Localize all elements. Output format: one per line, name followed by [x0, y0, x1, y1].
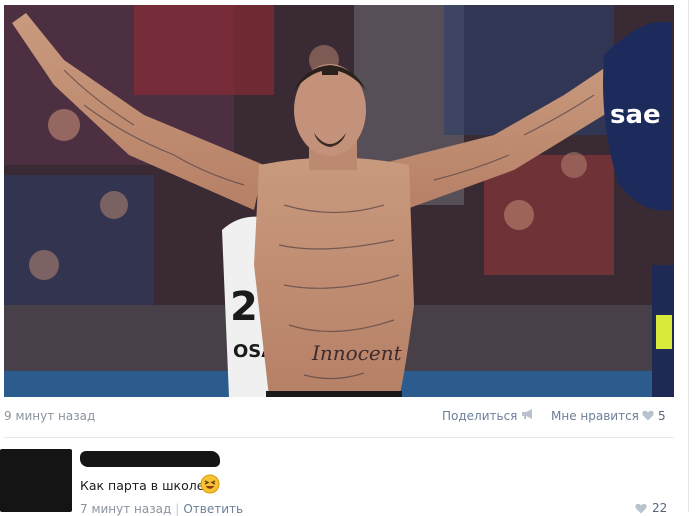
separator: | — [175, 502, 180, 516]
comment-timestamp[interactable]: 7 минут назад — [80, 502, 171, 516]
share-button[interactable]: Поделиться — [442, 409, 517, 423]
post-timestamp[interactable]: 9 минут назад — [4, 409, 95, 423]
avatar[interactable] — [0, 449, 72, 512]
post-photo-illustration: 25 OSA sae Innocent — [4, 5, 674, 397]
sponsor-text: sae — [610, 100, 661, 130]
comment: Как парта в школе 7 минут назад | Ответить… — [0, 445, 688, 516]
belly-tattoo-text: Innocent — [311, 341, 403, 365]
post-photo[interactable]: 25 OSA sae Innocent — [4, 5, 674, 397]
divider — [4, 437, 674, 438]
post-like-count: 5 — [658, 409, 666, 423]
comment-text: Как парта в школе — [80, 478, 205, 493]
comment-author-name-redacted[interactable] — [80, 451, 220, 467]
post-actions-bar: 9 минут назад Поделиться Мне нравится 5 — [4, 404, 674, 426]
reply-button[interactable]: Ответить — [183, 502, 243, 516]
comment-meta: 7 минут назад | Ответить — [80, 502, 243, 516]
page-border — [688, 0, 689, 512]
megaphone-icon[interactable] — [521, 408, 535, 420]
comment-like-count: 22 — [652, 501, 668, 515]
laughing-emoji-icon — [200, 474, 220, 494]
like-button[interactable]: Мне нравится — [551, 409, 639, 423]
heart-icon[interactable] — [635, 503, 647, 514]
heart-icon[interactable] — [642, 410, 654, 421]
